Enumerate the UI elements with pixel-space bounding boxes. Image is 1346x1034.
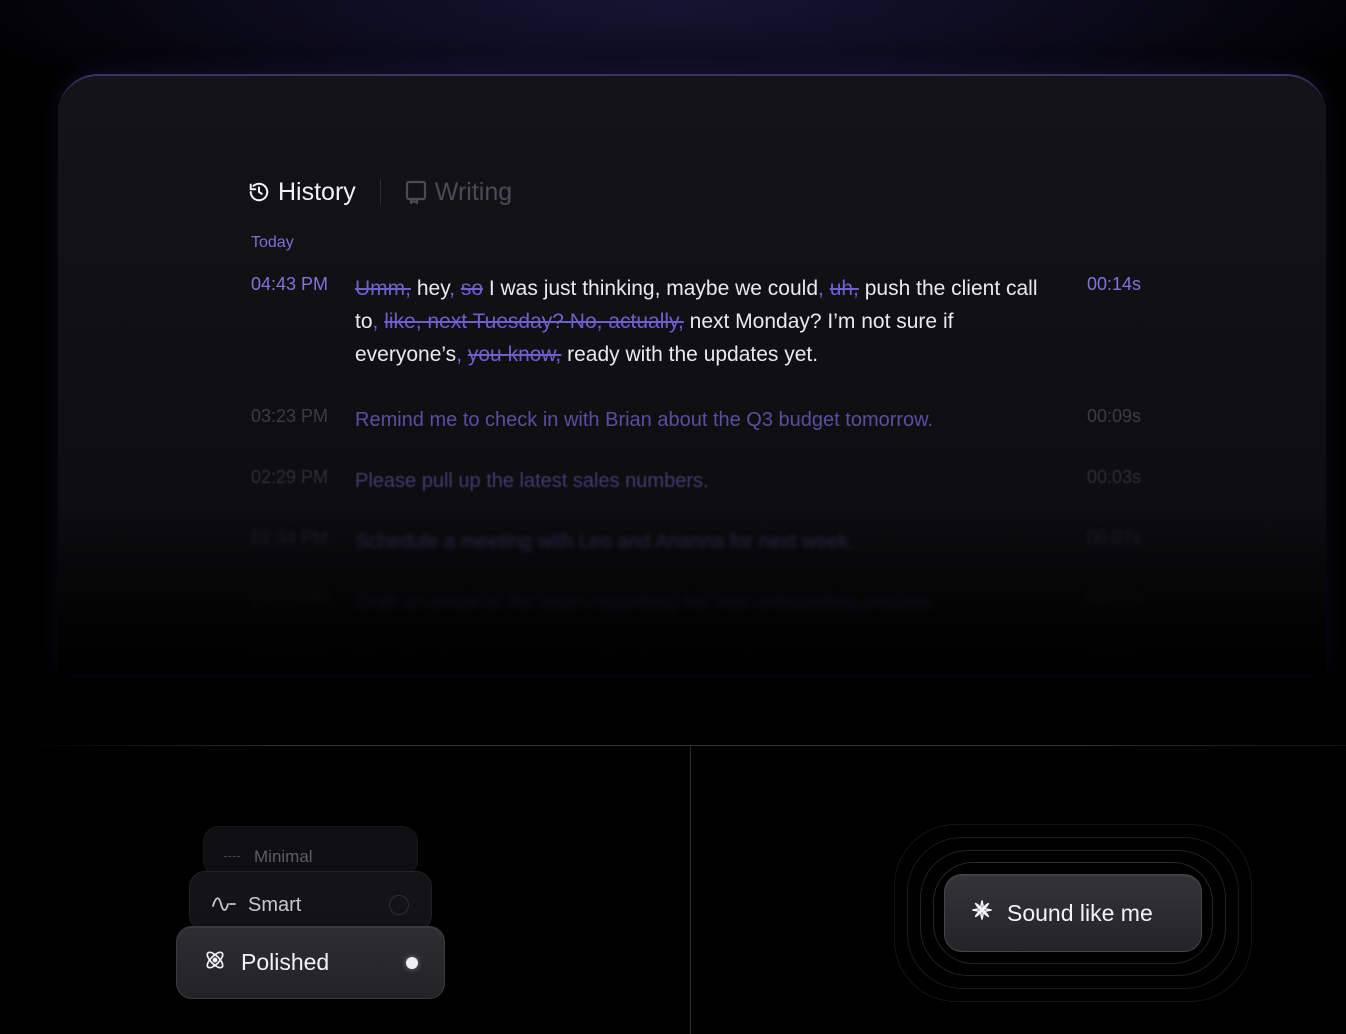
- style-option-minimal[interactable]: Minimal: [203, 826, 418, 876]
- wave-icon: [212, 894, 236, 920]
- style-option-label: Minimal: [254, 847, 313, 866]
- filler-punctuation: ,: [818, 277, 824, 300]
- entry-transcript: Please pull up the latest sales numbers.: [355, 470, 709, 492]
- transcript-text: ready with the updates yet.: [561, 343, 819, 366]
- atom-icon: [203, 948, 227, 978]
- style-option-label: Polished: [241, 949, 330, 975]
- filler-word: Umm,: [355, 277, 411, 300]
- entry-time: 11:08 AM: [251, 649, 326, 669]
- sparkle-icon: [971, 899, 993, 927]
- transcript-text: hey: [411, 277, 450, 300]
- entry-duration: 00:03s: [1086, 467, 1141, 487]
- history-entry[interactable]: 03:23 PM Remind me to check in with Bria…: [251, 404, 1141, 437]
- entry-transcript: Draft an email to the team regarding the…: [355, 592, 938, 614]
- tab-writing[interactable]: Writing: [405, 178, 512, 207]
- filler-word: so: [460, 277, 484, 300]
- entry-time: 04:43 PM: [251, 274, 329, 294]
- radio-unselected[interactable]: [389, 895, 409, 915]
- entry-transcript: Schedule a meeting with Leo and Arianna …: [355, 531, 855, 553]
- entry-duration: 00:05s: [1086, 649, 1141, 669]
- sound-like-me-label: Sound like me: [1007, 899, 1153, 926]
- style-option-smart[interactable]: Smart: [189, 871, 432, 931]
- radio-selected[interactable]: [406, 956, 418, 969]
- filler-word: uh,: [829, 277, 859, 300]
- entry-duration: 00:07s: [1086, 528, 1141, 548]
- entry-transcript: Umm, hey, so I was just thinking, maybe …: [355, 272, 1055, 371]
- vertical-divider: [690, 746, 691, 1034]
- history-entry-active[interactable]: 04:43 PM Umm, hey, so I was just thinkin…: [251, 272, 1141, 371]
- history-icon: [248, 181, 270, 203]
- tab-divider: [379, 179, 381, 205]
- tab-bar: History Writing: [248, 174, 512, 210]
- tab-writing-label: Writing: [434, 177, 513, 206]
- sound-like-me-button[interactable]: Sound like me: [944, 874, 1202, 952]
- entry-time: 03:23 PM: [251, 406, 329, 426]
- history-entry[interactable]: 01:34 PM Schedule a meeting with Leo and…: [251, 526, 1141, 559]
- entry-transcript: Flag this document we used for the last …: [355, 652, 846, 674]
- transcript-text: I was just thinking, maybe we could: [483, 277, 819, 300]
- filler-word: like, next Tuesday? No, actually,: [384, 310, 684, 333]
- entry-time: 01:34 PM: [251, 528, 329, 548]
- entry-duration: 00:14s: [1086, 274, 1141, 294]
- style-option-label: Smart: [248, 894, 302, 916]
- entry-transcript: Remind me to check in with Brian about t…: [355, 409, 934, 431]
- horizontal-divider: [18, 745, 1346, 746]
- tab-history[interactable]: History: [248, 178, 356, 207]
- entry-time: 12:12 PM: [251, 589, 329, 609]
- entry-duration: 00:12s: [1086, 589, 1141, 609]
- history-panel: History Writing Today 04:43 PM Umm, hey,…: [58, 74, 1326, 674]
- section-label-today: Today: [251, 234, 294, 251]
- history-entry[interactable]: 12:12 PM Draft an email to the team rega…: [251, 587, 1141, 620]
- dash-icon: [224, 856, 240, 857]
- history-entry[interactable]: 11:08 AM Flag this document we used for …: [251, 647, 1141, 674]
- style-option-polished[interactable]: Polished: [176, 926, 445, 999]
- entry-time: 02:29 PM: [251, 467, 329, 487]
- notebook-icon: [405, 180, 427, 205]
- history-entry[interactable]: 02:29 PM Please pull up the latest sales…: [251, 465, 1141, 498]
- entry-duration: 00:09s: [1086, 406, 1141, 426]
- tab-history-label: History: [278, 177, 356, 206]
- filler-word: you know,: [467, 343, 562, 366]
